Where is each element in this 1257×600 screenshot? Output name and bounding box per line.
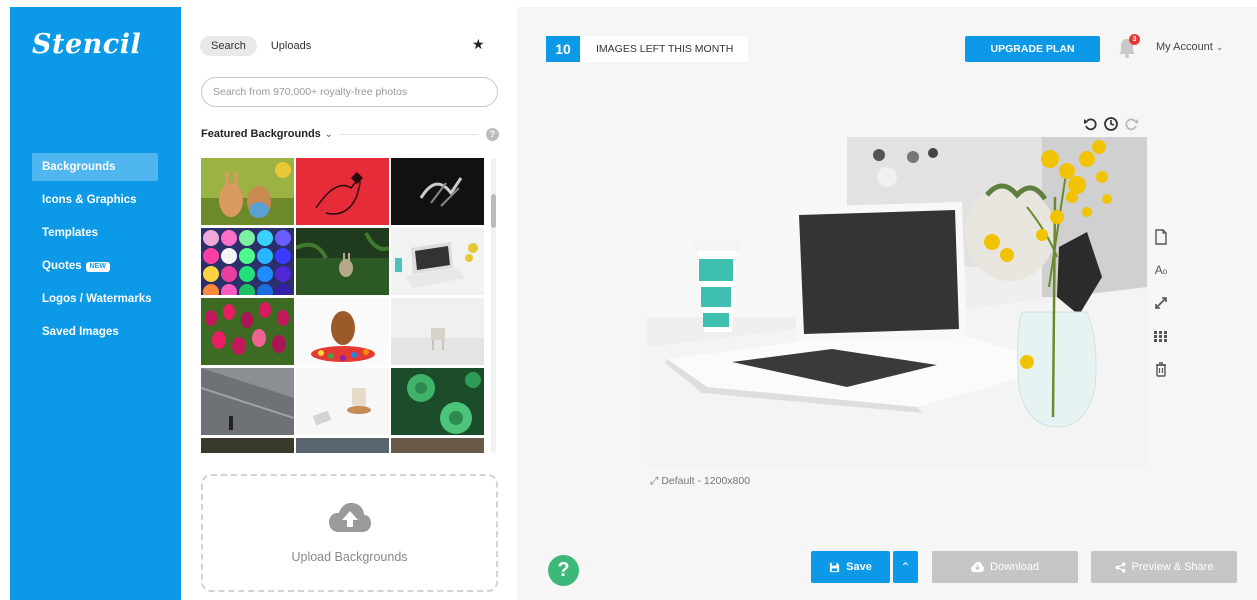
account-label: My Account [1156,41,1213,53]
background-thumbnail[interactable] [391,158,484,225]
chevron-down-icon: ⌄ [1215,42,1224,52]
preview-share-button[interactable]: Preview & Share [1091,551,1237,583]
my-account-menu[interactable]: My Account ⌄ [1156,41,1223,53]
cloud-download-icon [971,561,984,572]
grid-scrollbar[interactable] [491,158,496,453]
sidebar-item-backgrounds[interactable]: Backgrounds [32,153,158,181]
sidebar-nav: Backgrounds Icons & Graphics Templates Q… [32,153,158,351]
background-thumbnail[interactable] [391,298,484,365]
workspace: 10 IMAGES LEFT THIS MONTH UPGRADE PLAN 3… [517,7,1257,600]
divider [340,133,478,135]
sidebar: Stencil Backgrounds Icons & Graphics Tem… [10,7,181,600]
redo-icon[interactable] [1123,116,1139,132]
sidebar-item-templates[interactable]: Templates [32,219,158,247]
help-button[interactable]: ? [548,555,579,586]
notification-badge: 3 [1129,34,1140,45]
canvas-size-label[interactable]: ⤢ Default - 1200x800 [650,475,750,488]
save-options-button[interactable]: ⌃ [893,551,918,583]
library-panel: Search Uploads ★ Featured Backgrounds⌄ ? [181,7,517,600]
background-thumbnail[interactable] [201,438,294,453]
background-thumbnail[interactable] [201,158,294,225]
sidebar-item-label: Backgrounds [42,161,116,173]
text-icon[interactable]: Ao [1153,262,1169,278]
undo-icon[interactable] [1083,116,1099,132]
sidebar-item-label: Templates [42,227,99,239]
tab-uploads[interactable]: Uploads [260,36,322,56]
search-input[interactable] [201,77,498,107]
sidebar-item-saved-images[interactable]: Saved Images [32,318,158,346]
preview-share-label: Preview & Share [1131,561,1214,573]
upload-label: Upload Backgrounds [291,550,408,564]
background-grid [201,158,485,453]
history-controls [1083,116,1139,132]
chevron-down-icon: ⌄ [324,129,333,139]
design-canvas[interactable] [647,137,1147,469]
canvas-image [647,137,1147,469]
featured-dropdown[interactable]: Featured Backgrounds ⌄ [201,128,332,140]
star-icon[interactable]: ★ [472,36,485,53]
save-button[interactable]: Save [811,551,890,583]
chevron-up-icon: ⌃ [900,560,911,574]
background-thumbnail[interactable] [391,368,484,435]
library-tabs: Search Uploads [200,36,325,56]
sidebar-item-quotes[interactable]: Quotes NEW [32,252,158,280]
background-thumbnail[interactable] [296,228,389,295]
images-left-counter: 10 IMAGES LEFT THIS MONTH [546,36,749,62]
sidebar-item-label: Saved Images [42,326,119,338]
background-thumbnail[interactable] [201,368,294,435]
images-left-label: IMAGES LEFT THIS MONTH [596,43,734,55]
floppy-disk-icon [830,562,840,572]
upload-dropzone[interactable]: Upload Backgrounds [201,474,498,592]
sidebar-item-logos-watermarks[interactable]: Logos / Watermarks [32,285,158,313]
download-button[interactable]: Download [932,551,1078,583]
background-thumbnail[interactable] [391,438,484,453]
upgrade-plan-button[interactable]: UPGRADE PLAN [965,36,1100,62]
canvas-toolbar: Ao [1153,229,1169,394]
tab-search[interactable]: Search [200,36,257,56]
history-icon[interactable] [1103,116,1119,132]
save-label: Save [846,561,872,573]
sidebar-item-label: Quotes [42,260,82,272]
canvas-size-text: Default - 1200x800 [661,475,751,487]
download-label: Download [990,561,1039,573]
background-thumbnail[interactable] [201,228,294,295]
share-icon [1114,561,1126,573]
images-left-count: 10 [546,36,580,62]
sidebar-item-label: Logos / Watermarks [42,293,152,305]
featured-label: Featured Backgrounds [201,128,321,140]
scrollbar-thumb[interactable] [491,194,496,228]
background-thumbnail[interactable] [201,298,294,365]
sidebar-item-icons-graphics[interactable]: Icons & Graphics [32,186,158,214]
background-thumbnail[interactable] [296,368,389,435]
stencil-logo[interactable]: Stencil [32,29,141,60]
page-icon[interactable] [1153,229,1169,245]
background-thumbnail[interactable] [296,438,389,453]
sidebar-item-label: Icons & Graphics [42,194,137,206]
new-badge: NEW [85,262,110,272]
cloud-upload-icon [329,502,371,532]
background-thumbnail[interactable] [296,298,389,365]
help-icon[interactable]: ? [486,127,499,141]
resize-icon: ⤢ [650,475,659,487]
background-thumbnail[interactable] [391,228,484,295]
featured-header: Featured Backgrounds ⌄ ? [201,126,499,142]
background-thumbnail[interactable] [296,158,389,225]
trash-icon[interactable] [1153,361,1169,377]
grid-icon[interactable] [1153,328,1169,344]
resize-icon[interactable] [1153,295,1169,311]
